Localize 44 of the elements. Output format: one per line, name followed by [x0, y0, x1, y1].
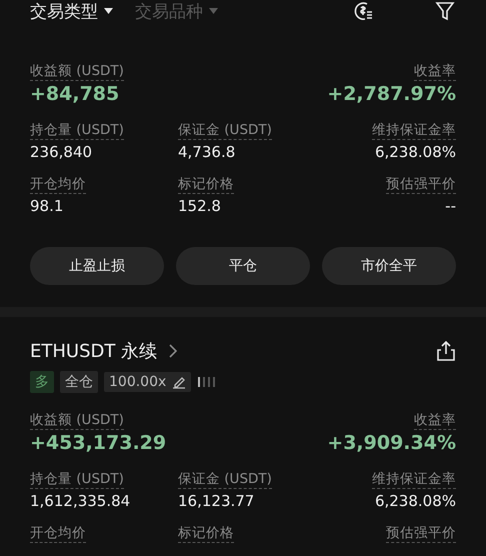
caret-icon	[104, 8, 113, 14]
field-label: 预估强平价	[386, 524, 456, 543]
field-label: 保证金 (USDT)	[178, 121, 272, 140]
margin-mode-tag: 全仓	[60, 371, 98, 393]
field-label: 维持保证金率	[372, 121, 456, 140]
field-label: 开仓均价	[30, 524, 86, 543]
roi-value: +2,787.97%	[327, 83, 456, 105]
field-label: 持仓量 (USDT)	[30, 470, 124, 489]
chevron-right-icon[interactable]	[169, 344, 178, 358]
action-button[interactable]: 平仓	[176, 247, 310, 285]
pnl-label: 收益额 (USDT)	[30, 411, 124, 430]
field-label: 保证金 (USDT)	[178, 470, 272, 489]
edit-icon	[172, 375, 186, 389]
field-value: 152.8	[178, 197, 221, 215]
pnl-label: 收益额 (USDT)	[30, 62, 124, 81]
field-value: 98.1	[30, 197, 64, 215]
field-label: 标记价格	[178, 175, 234, 194]
roi-label: 收益率	[414, 62, 456, 81]
field-label: 开仓均价	[30, 175, 86, 194]
coin-list-icon[interactable]	[352, 0, 374, 22]
field-value: 6,238.08%	[374, 492, 456, 510]
pnl-value: +84,785	[30, 83, 120, 105]
field-value: 236,840	[30, 143, 92, 161]
field-value: --	[445, 197, 456, 215]
filter-icon[interactable]	[434, 0, 456, 22]
roi-value: +3,909.34%	[327, 432, 456, 454]
field-value: 6,238.08%	[374, 143, 456, 161]
roi-label: 收益率	[414, 411, 456, 430]
field-value: 1,612,335.84	[30, 492, 130, 510]
field-label: 预估强平价	[386, 175, 456, 194]
field-value: 16,123.77	[178, 492, 254, 510]
contract-title[interactable]: ETHUSDT 永续	[30, 339, 158, 363]
leverage-tag[interactable]: 100.00x	[104, 372, 192, 392]
field-label: 标记价格	[178, 524, 234, 543]
pnl-value: +453,173.29	[30, 432, 166, 454]
action-button[interactable]: 市价全平	[322, 247, 456, 285]
filter-dropdown[interactable]: 交易类型	[30, 0, 113, 22]
action-button[interactable]: 止盈止损	[30, 247, 164, 285]
side-tag: 多	[30, 371, 54, 393]
share-icon[interactable]	[436, 340, 456, 362]
field-label: 维持保证金率	[372, 470, 456, 489]
field-label: 持仓量 (USDT)	[30, 121, 124, 140]
caret-icon	[209, 8, 218, 14]
field-value: 4,736.8	[178, 143, 236, 161]
